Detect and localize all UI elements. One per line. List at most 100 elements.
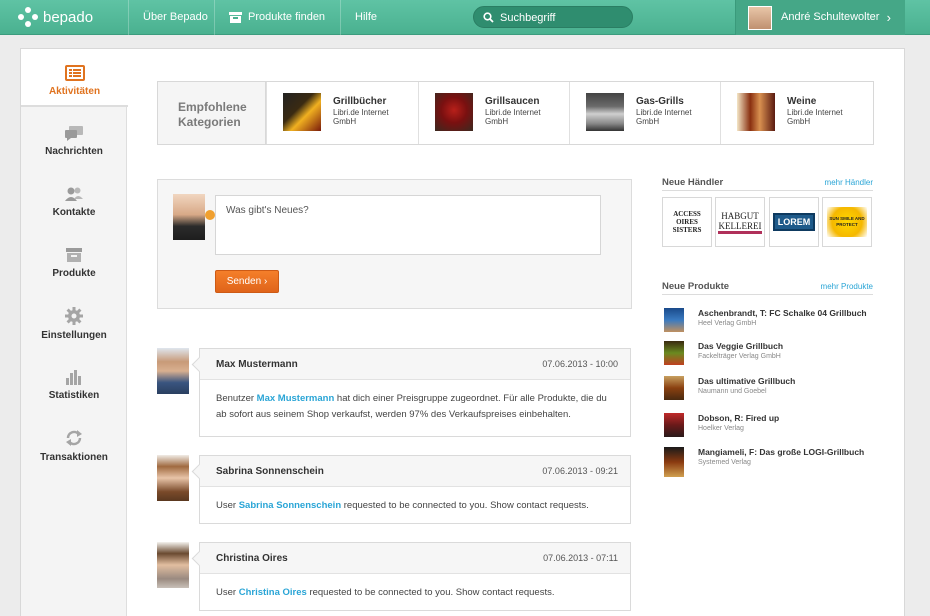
category-image	[737, 93, 775, 131]
sidebar-item-nachrichten[interactable]: Nachrichten	[21, 125, 127, 185]
sidebar-item-label: Statistiken	[48, 390, 100, 401]
product-item[interactable]: Aschenbrandt, T: FC Schalke 04 Grillbuch…	[662, 308, 873, 338]
nav-produkte-finden[interactable]: Produkte finden	[214, 0, 339, 35]
sidebar-item-statistiken[interactable]: Statistiken	[21, 369, 127, 429]
sidebar-item-aktivitaeten[interactable]: Aktivitäten	[21, 49, 128, 107]
category-name: Grillbücher	[333, 96, 387, 107]
feed-author[interactable]: Sabrina Sonnenschein	[216, 466, 324, 477]
avatar[interactable]	[157, 455, 189, 501]
feed-card: Max Mustermann 07.06.2013 - 10:00 Benutz…	[199, 348, 631, 437]
product-publisher: Fackelträger Verlag GmbH	[698, 353, 781, 360]
messages-icon	[65, 126, 83, 141]
recommended-categories: Empfohlene Kategorien Grillbücher Libri.…	[157, 81, 874, 145]
search-placeholder: Suchbegriff	[500, 12, 556, 24]
categories-title-line: Kategorien	[178, 115, 241, 129]
feed-text: User	[216, 587, 239, 598]
feed-body: User Sabrina Sonnenschein requested to b…	[200, 487, 630, 523]
product-item[interactable]: Dobson, R: Fired up Hoelker Verlag	[662, 413, 873, 443]
send-button[interactable]: Senden ›	[215, 270, 279, 293]
search-icon	[483, 12, 494, 23]
dealer-logo[interactable]: LOREM	[769, 197, 819, 247]
feed-user-link[interactable]: Max Mustermann	[257, 393, 335, 404]
category-name: Weine	[787, 96, 817, 107]
logo-text: bepado	[43, 8, 94, 26]
sidebar-item-label: Kontakte	[52, 207, 96, 218]
avatar[interactable]	[157, 348, 189, 394]
status-post-box: Was gibt's Neues? Senden ›	[157, 179, 632, 309]
product-item[interactable]: Das Veggie Grillbuch Fackelträger Verlag…	[662, 341, 873, 371]
category-grillsaucen[interactable]: Grillsaucen Libri.de Internet GmbH	[418, 82, 570, 144]
bar-chart-icon	[66, 370, 81, 385]
category-vendor: Libri.de Internet GmbH	[787, 108, 843, 126]
feed-card-header: Sabrina Sonnenschein 07.06.2013 - 09:21	[200, 456, 630, 487]
feed-user-link[interactable]: Sabrina Sonnenschein	[239, 500, 341, 511]
category-vendor: Libri.de Internet GmbH	[636, 108, 692, 126]
dealer-logo[interactable]: HABGUT KELLEREI	[715, 197, 765, 247]
activity-list-icon	[64, 65, 85, 81]
contacts-icon	[65, 187, 83, 201]
product-image	[664, 413, 684, 437]
dealer-logo[interactable]: SUN SMILE AND PROTECT	[822, 197, 872, 247]
pointer-arrow-icon	[205, 210, 215, 220]
feed-card: Christina Oires 07.06.2013 - 07:11 User …	[199, 542, 631, 611]
more-dealers-link[interactable]: mehr Händler	[825, 178, 873, 187]
feed-body: User Christina Oires requested to be con…	[200, 574, 630, 610]
product-image	[664, 308, 684, 332]
product-publisher: Hoelker Verlag	[698, 425, 744, 432]
sidebar-item-label: Aktivitäten	[48, 86, 101, 97]
category-vendor: Libri.de Internet GmbH	[485, 108, 541, 126]
nav-label: Hilfe	[355, 11, 378, 23]
avatar	[173, 194, 205, 240]
feed-date: 07.06.2013 - 09:21	[542, 466, 618, 476]
product-publisher: Heel Verlag GmbH	[698, 320, 757, 327]
chevron-right-icon: ›	[886, 10, 891, 25]
category-weine[interactable]: Weine Libri.de Internet GmbH	[720, 82, 872, 144]
feed-user-link[interactable]: Christina Oires	[239, 587, 307, 598]
sidebar-item-transaktionen[interactable]: Transaktionen	[21, 429, 127, 489]
refresh-icon	[66, 430, 82, 446]
avatar	[748, 6, 772, 30]
user-name: André Schultewolter	[781, 11, 880, 23]
feed-author[interactable]: Max Mustermann	[216, 359, 298, 370]
nav-ueber-bepado[interactable]: Über Bepado	[128, 0, 222, 35]
logo[interactable]: bepado	[18, 6, 93, 28]
status-placeholder: Was gibt's Neues?	[226, 205, 309, 216]
product-title: Das ultimative Grillbuch	[698, 376, 796, 386]
box-icon	[229, 11, 242, 23]
product-title: Dobson, R: Fired up	[698, 413, 780, 423]
category-vendor: Libri.de Internet GmbH	[333, 108, 389, 126]
product-image	[664, 341, 684, 365]
new-dealers-title: Neue Händler	[662, 177, 724, 188]
new-products-title: Neue Produkte	[662, 281, 730, 292]
dealer-logo[interactable]: ACCESS OIRES SISTERS	[662, 197, 712, 247]
chevron-right-icon: ›	[263, 276, 268, 287]
product-item[interactable]: Das ultimative Grillbuch Naumann und Goe…	[662, 376, 873, 406]
feed-card-header: Max Mustermann 07.06.2013 - 10:00	[200, 349, 630, 380]
category-image	[283, 93, 321, 131]
product-publisher: Systemed Verlag	[698, 459, 751, 466]
sidebar-item-kontakte[interactable]: Kontakte	[21, 186, 127, 246]
send-label: Senden	[226, 276, 262, 287]
category-image	[586, 93, 624, 131]
feed-date: 07.06.2013 - 10:00	[542, 359, 618, 369]
sidebar-item-einstellungen[interactable]: Einstellungen	[21, 307, 127, 367]
search-input[interactable]: Suchbegriff	[473, 6, 633, 28]
status-textarea[interactable]: Was gibt's Neues?	[215, 195, 601, 255]
sidebar-item-label: Nachrichten	[45, 146, 103, 157]
sidebar-item-produkte[interactable]: Produkte	[21, 247, 127, 307]
new-products-header: Neue Produkte mehr Produkte	[662, 281, 873, 295]
feed-body: Benutzer Max Mustermann hat dich einer P…	[200, 380, 630, 436]
product-item[interactable]: Mangiameli, F: Das große LOGI-Grillbuch …	[662, 447, 873, 477]
sidebar-item-label: Produkte	[52, 268, 96, 279]
nav-hilfe[interactable]: Hilfe	[340, 0, 391, 35]
category-gas-grills[interactable]: Gas-Grills Libri.de Internet GmbH	[569, 82, 721, 144]
category-name: Grillsaucen	[485, 96, 540, 107]
products-box-icon	[66, 248, 82, 262]
nav-label: Über Bepado	[143, 11, 208, 23]
categories-title: Empfohlene Kategorien	[158, 82, 266, 144]
category-grillbuecher[interactable]: Grillbücher Libri.de Internet GmbH	[266, 82, 418, 144]
feed-author[interactable]: Christina Oires	[216, 553, 288, 564]
avatar[interactable]	[157, 542, 189, 588]
more-products-link[interactable]: mehr Produkte	[821, 282, 873, 291]
user-menu[interactable]: André Schultewolter ›	[735, 0, 905, 35]
